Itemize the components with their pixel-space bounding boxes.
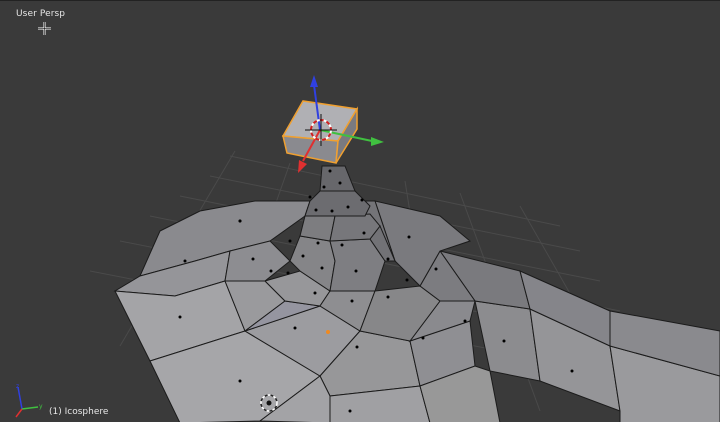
axis-orientation-icon: z y [15, 383, 43, 418]
crosshair-cursor-icon [38, 22, 51, 35]
view-name-label: User Persp [16, 9, 66, 19]
y-axis-arrow-icon[interactable] [371, 137, 384, 146]
svg-text:z: z [16, 383, 19, 390]
active-object-label: (1) Icosphere [49, 407, 109, 417]
scene-canvas[interactable] [0, 1, 720, 422]
mesh-dome [113, 165, 501, 422]
svg-text:y: y [39, 403, 43, 410]
z-axis-arrow-icon[interactable] [310, 75, 318, 87]
3d-viewport[interactable]: User Persp z y (1) Icosphere [0, 0, 720, 422]
